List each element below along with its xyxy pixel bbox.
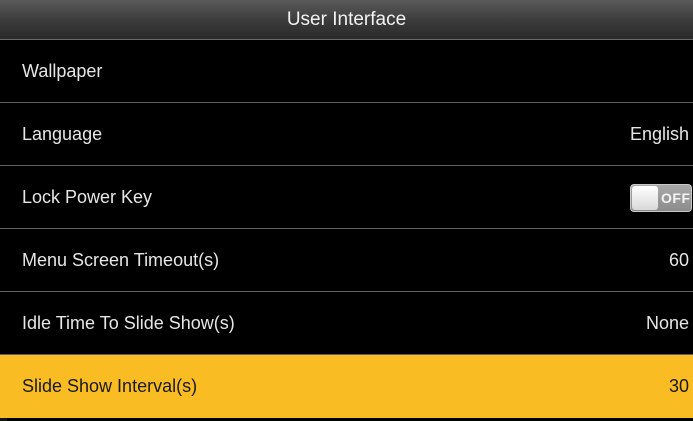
menu-item-slide-show-interval[interactable]: Slide Show Interval(s) 30 (0, 355, 693, 418)
menu-item-label: Wallpaper (22, 61, 103, 81)
lock-power-key-toggle[interactable]: OFF (630, 184, 692, 212)
menu-item-label: Slide Show Interval(s) (22, 376, 198, 396)
menu-item-label: Idle Time To Slide Show(s) (22, 313, 235, 333)
settings-menu-list: Wallpaper Language English Lock Power Ke… (0, 40, 693, 421)
menu-item-value: 30 (668, 376, 689, 396)
menu-item-value: English (629, 124, 689, 144)
menu-item-lock-power-key[interactable]: Lock Power Key OFF (0, 166, 693, 229)
menu-item-value: 60 (668, 250, 689, 270)
device-screen: User Interface Wallpaper Language Englis… (0, 0, 693, 421)
menu-item-label: Language (22, 124, 103, 144)
menu-item-value: None (645, 313, 689, 333)
menu-item-menu-screen-timeout[interactable]: Menu Screen Timeout(s) 60 (0, 229, 693, 292)
menu-item-label: Lock Power Key (22, 187, 153, 207)
menu-item-language[interactable]: Language English (0, 103, 693, 166)
toggle-state-label: OFF (661, 190, 691, 206)
menu-item-wallpaper[interactable]: Wallpaper (0, 40, 693, 103)
page-title: User Interface (0, 0, 693, 40)
menu-item-label: Menu Screen Timeout(s) (22, 250, 220, 270)
toggle-knob (632, 186, 658, 210)
menu-item-idle-time-to-slide-show[interactable]: Idle Time To Slide Show(s) None (0, 292, 693, 355)
